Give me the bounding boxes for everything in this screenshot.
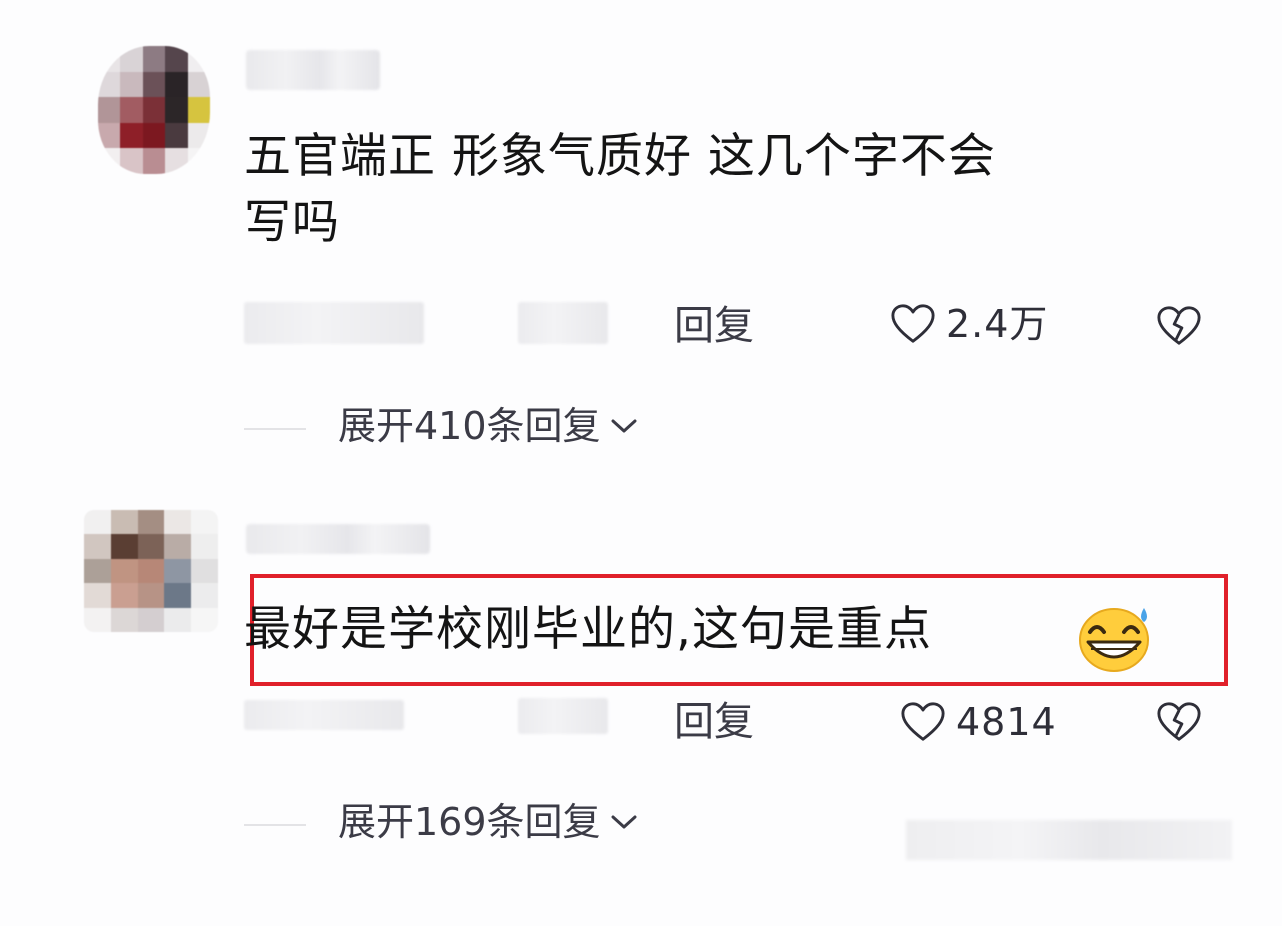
chevron-down-icon (611, 815, 637, 829)
divider (244, 824, 306, 826)
timestamp-blurred (244, 700, 404, 730)
location-blurred (518, 698, 608, 734)
avatar[interactable] (84, 510, 218, 632)
like-count: 2.4万 (946, 302, 1049, 346)
like-button[interactable]: 4814 (900, 698, 1057, 746)
comment-text: 五官端正 形象气质好 这几个字不会 写吗 (244, 124, 996, 256)
blurred-content (906, 820, 1232, 860)
comment-text-line: 写吗 (244, 195, 340, 250)
expand-replies-button[interactable]: 展开410条回复 (338, 402, 639, 450)
broken-heart-icon (1157, 306, 1201, 345)
chevron-down-icon (611, 419, 637, 433)
dislike-button[interactable] (1156, 700, 1202, 744)
comment-item: 五官端正 形象气质好 这几个字不会 写吗 回复 2.4万 展开410条回复 (0, 0, 1282, 470)
reply-button[interactable]: 回复 (674, 698, 754, 746)
grinning-face-with-sweat-icon (1079, 608, 1149, 672)
expand-replies-label: 展开410条回复 (338, 404, 601, 448)
comment-item: 最好是学校刚毕业的,这句是重点 回复 4814 展开169条回复 (0, 490, 1282, 926)
like-count: 4814 (956, 700, 1057, 744)
like-button[interactable]: 2.4万 (890, 300, 1048, 348)
location-blurred (518, 302, 608, 344)
divider (244, 428, 306, 430)
timestamp-blurred (244, 302, 424, 344)
comment-list: 五官端正 形象气质好 这几个字不会 写吗 回复 2.4万 展开410条回复 最好… (0, 0, 1282, 926)
comment-text-line: 五官端正 形象气质好 这几个字不会 (244, 129, 996, 184)
dislike-button[interactable] (1156, 304, 1202, 348)
username-blurred[interactable] (246, 50, 380, 90)
expand-replies-label: 展开169条回复 (338, 800, 601, 844)
reply-button[interactable]: 回复 (674, 302, 754, 350)
broken-heart-icon (1157, 702, 1201, 741)
heart-outline-icon (891, 304, 935, 343)
comment-text: 最好是学校刚毕业的,这句是重点 (244, 602, 932, 657)
avatar[interactable] (98, 46, 210, 174)
expand-replies-button[interactable]: 展开169条回复 (338, 798, 639, 846)
username-blurred[interactable] (246, 524, 430, 554)
heart-outline-icon (901, 702, 945, 741)
